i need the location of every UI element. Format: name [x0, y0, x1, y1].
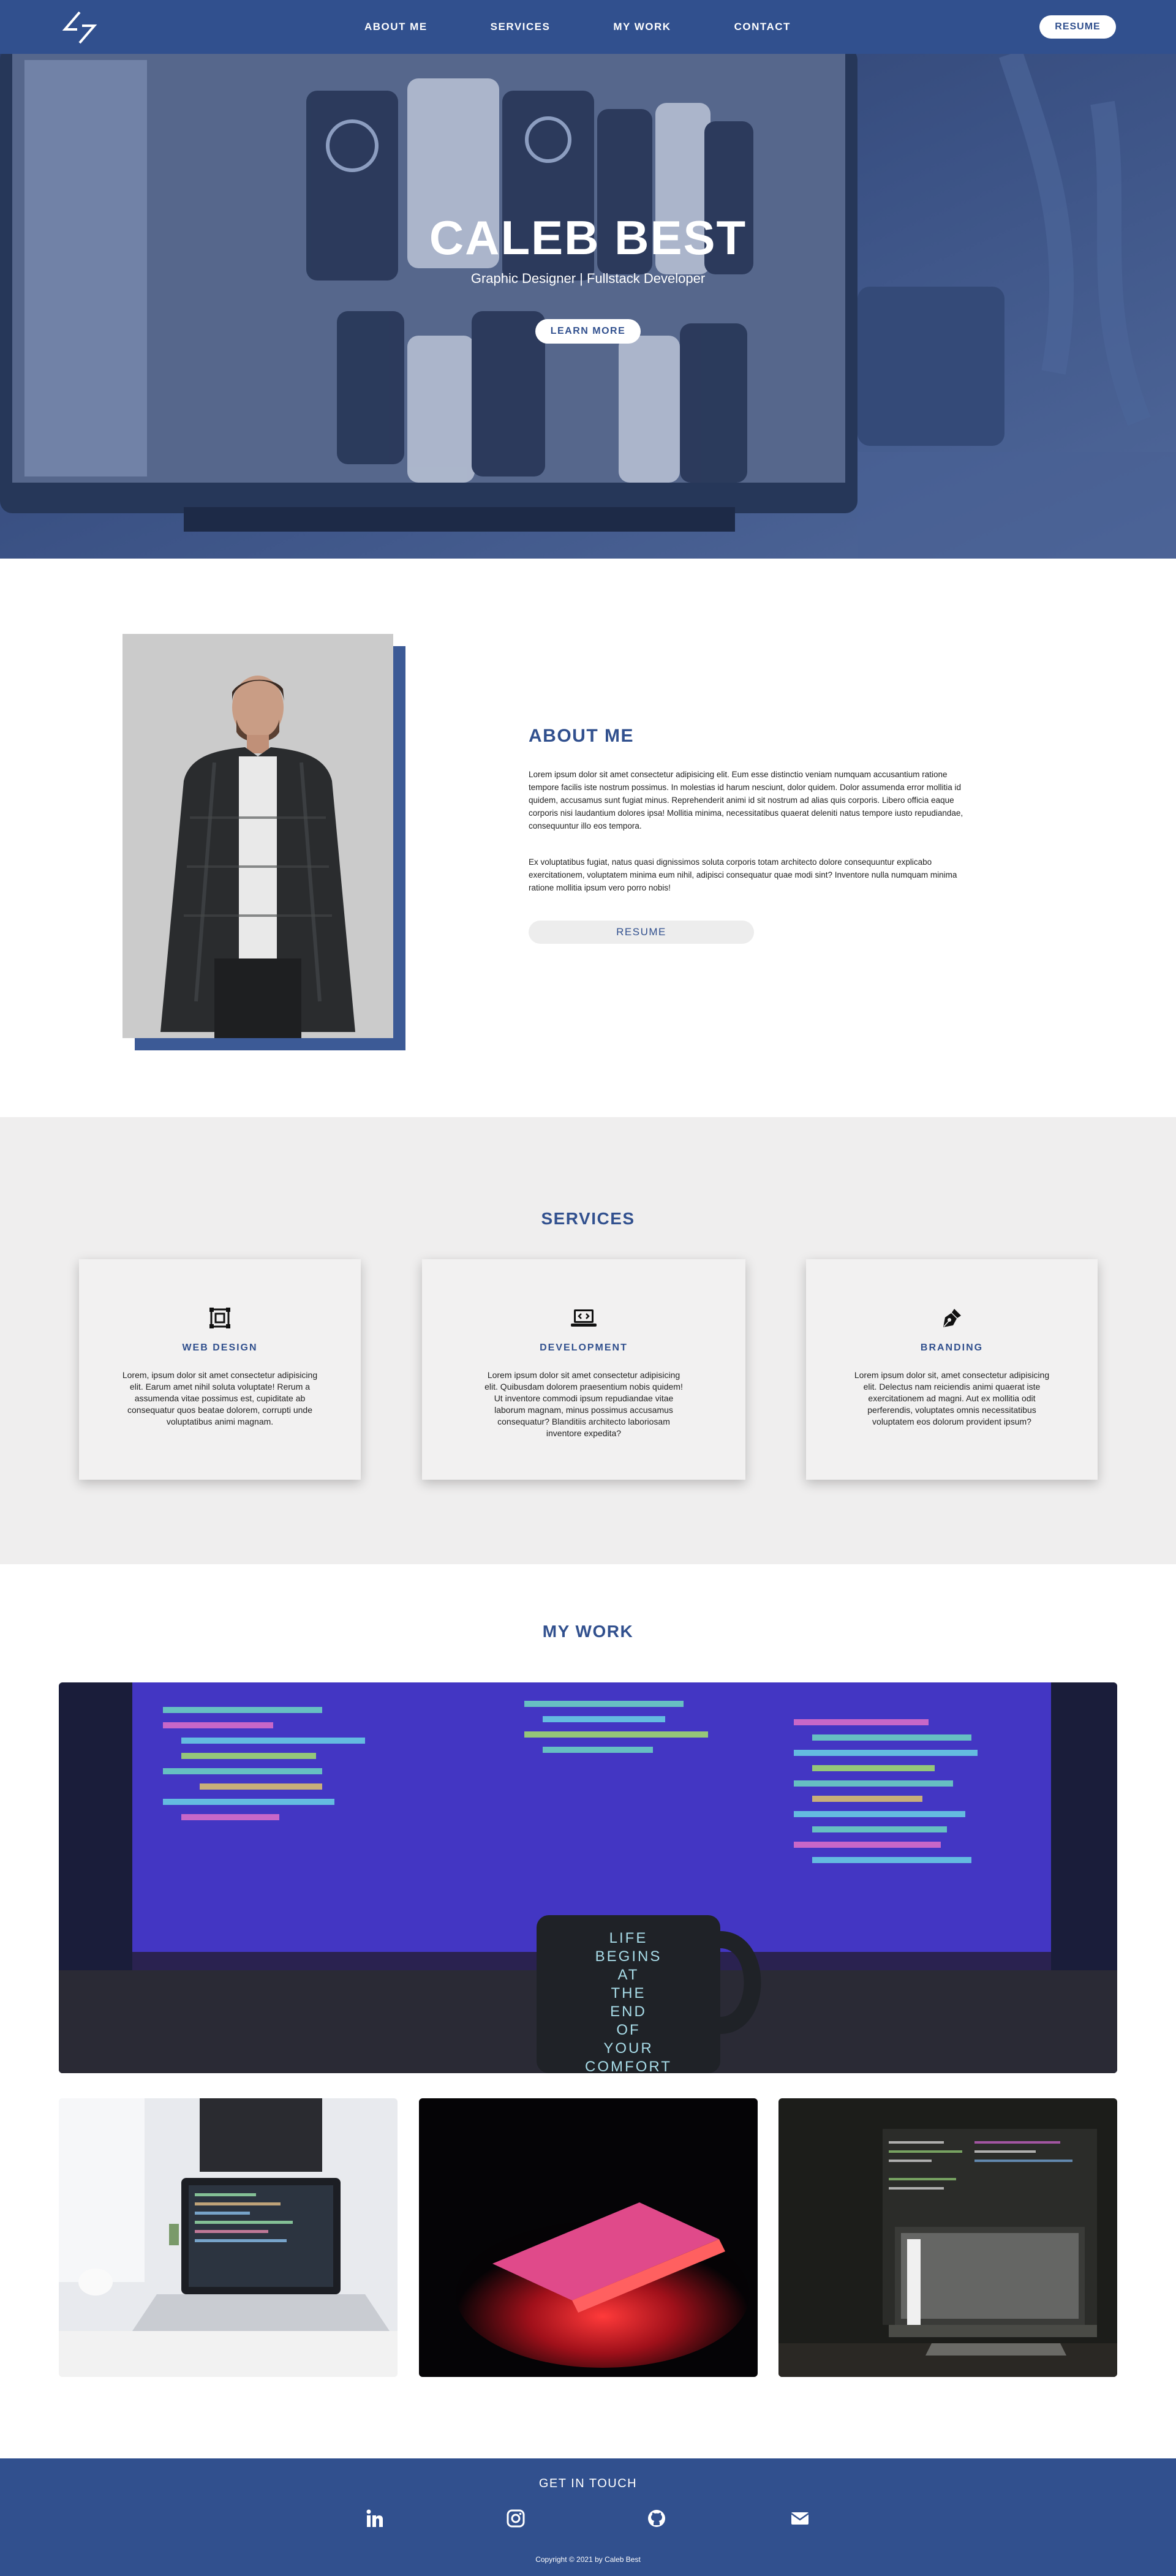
service-title: WEB DESIGN: [182, 1343, 258, 1353]
get-in-touch-title: GET IN TOUCH: [538, 2477, 638, 2490]
nav-links: ABOUT ME SERVICES MY WORK CONTACT: [364, 0, 854, 54]
mug-text-line: COMFORT: [585, 2058, 672, 2073]
hero-section: CALEB BEST Graphic Designer | Fullstack …: [0, 54, 1176, 559]
services-section: SERVICES WEB DESIGN Lorem, ipsum dolor s…: [0, 1117, 1176, 1564]
service-title: DEVELOPMENT: [540, 1343, 628, 1353]
mug-text-line: END: [610, 2003, 647, 2020]
about-title: ABOUT ME: [529, 726, 634, 746]
top-navbar: ABOUT ME SERVICES MY WORK CONTACT RESUME: [0, 0, 1176, 54]
learn-more-button[interactable]: LEARN MORE: [535, 319, 641, 344]
nav-link-about-me[interactable]: ABOUT ME: [364, 21, 428, 33]
service-description: Lorem ipsum dolor sit, amet consectetur …: [854, 1370, 1050, 1426]
mug-text-line: BEGINS: [595, 1948, 662, 1965]
service-card-branding: BRANDING Lorem ipsum dolor sit, amet con…: [806, 1259, 1098, 1480]
mug-text-line: OF: [616, 2022, 640, 2038]
mug-text-line: AT: [618, 1967, 639, 1983]
nav-link-contact[interactable]: CONTACT: [734, 21, 791, 33]
mug-text-line: YOUR: [603, 2040, 653, 2057]
hero-background-image: [0, 54, 1176, 559]
web-design-icon: [209, 1308, 230, 1328]
hero-title: CALEB BEST: [429, 211, 747, 265]
work-title: MY WORK: [542, 1622, 634, 1641]
profile-photo: [123, 634, 393, 1038]
about-resume-button[interactable]: RESUME: [529, 921, 754, 944]
work-section: MY WORK LIFE BEGINS AT THE END OF YOUR C…: [0, 1564, 1176, 2458]
service-description: Lorem ipsum dolor sit amet consectetur a…: [484, 1370, 683, 1438]
work-item-red-laptop[interactable]: [419, 2098, 758, 2377]
linkedin-icon[interactable]: [365, 2509, 385, 2528]
service-title: BRANDING: [920, 1343, 984, 1353]
nav-resume-button[interactable]: RESUME: [1039, 15, 1116, 39]
service-card-development: DEVELOPMENT Lorem ipsum dolor sit amet c…: [422, 1259, 745, 1480]
work-item-laptop-desk[interactable]: [59, 2098, 398, 2377]
lightning-logo-icon[interactable]: [61, 11, 98, 44]
about-paragraph-2: Ex voluptatibus fugiat, natus quasi dign…: [529, 857, 957, 892]
mug-text-line: THE: [611, 1985, 646, 2002]
footer: GET IN TOUCH Copyright © 2021 by Caleb B…: [0, 2458, 1176, 2576]
nav-link-my-work[interactable]: MY WORK: [613, 21, 671, 33]
work-item-code-monitor[interactable]: LIFE BEGINS AT THE END OF YOUR COMFORT: [59, 1682, 1117, 2073]
mug-text-line: LIFE: [609, 1930, 648, 1946]
pen-nib-icon: [943, 1309, 961, 1327]
hero-subtitle: Graphic Designer | Fullstack Developer: [470, 271, 706, 286]
envelope-icon[interactable]: [790, 2509, 810, 2528]
services-title: SERVICES: [541, 1209, 635, 1228]
nav-link-services[interactable]: SERVICES: [491, 21, 551, 33]
github-icon[interactable]: [647, 2509, 666, 2528]
about-paragraph-1: Lorem ipsum dolor sit amet consectetur a…: [529, 770, 963, 830]
service-card-web-design: WEB DESIGN Lorem, ipsum dolor sit amet c…: [79, 1259, 361, 1480]
laptop-code-icon: [571, 1309, 597, 1327]
work-item-dark-screens[interactable]: [778, 2098, 1117, 2377]
copyright-text: Copyright © 2021 by Caleb Best: [535, 2555, 641, 2564]
service-description: Lorem, ipsum dolor sit amet consectetur …: [122, 1370, 318, 1426]
about-section: ABOUT ME Lorem ipsum dolor sit amet cons…: [0, 559, 1176, 1117]
instagram-icon[interactable]: [506, 2509, 526, 2528]
